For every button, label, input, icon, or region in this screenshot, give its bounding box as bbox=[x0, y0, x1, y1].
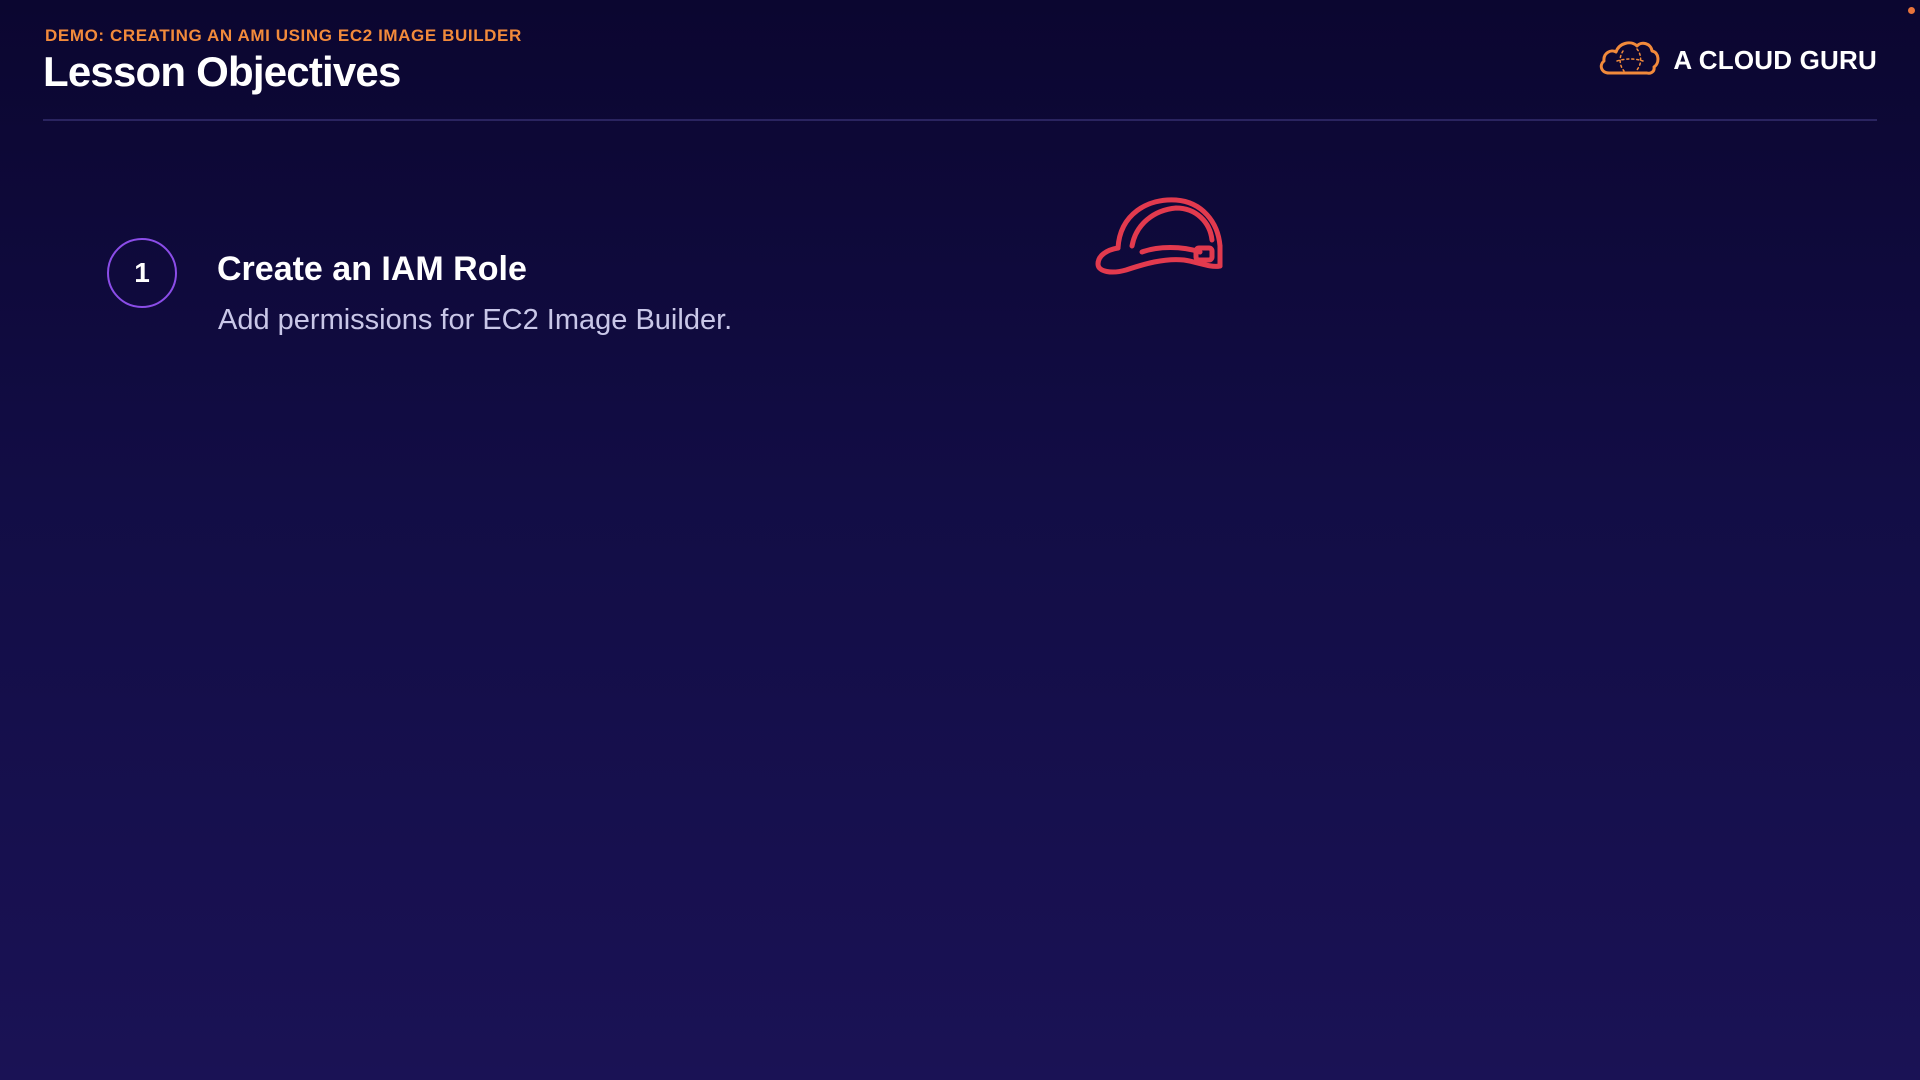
corner-dot bbox=[1908, 7, 1915, 14]
header-subtitle: DEMO: CREATING AN AMI USING EC2 IMAGE BU… bbox=[45, 26, 522, 45]
hard-hat-icon bbox=[1092, 196, 1228, 280]
header-divider bbox=[43, 119, 1877, 121]
page-title: Lesson Objectives bbox=[43, 48, 401, 95]
brand-logo: A CLOUD GURU bbox=[1597, 36, 1877, 84]
cloud-icon bbox=[1597, 37, 1661, 84]
logo-text: A CLOUD GURU bbox=[1673, 44, 1877, 75]
objective-title: Create an IAM Role bbox=[217, 250, 527, 288]
objective-description: Add permissions for EC2 Image Builder. bbox=[218, 304, 733, 336]
objective-number-badge: 1 bbox=[107, 238, 177, 308]
